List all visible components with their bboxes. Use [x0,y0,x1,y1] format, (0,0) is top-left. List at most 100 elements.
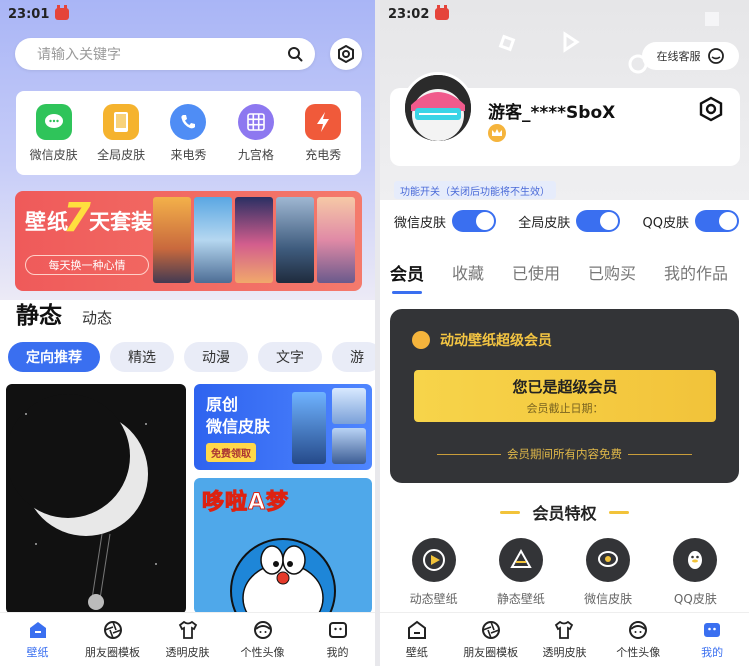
chat-bubble-icon [586,538,631,582]
perks-heading: 会员特权 [380,500,749,524]
avatar-image [405,75,471,141]
shirt-icon [555,620,574,639]
nav-wallpaper[interactable]: 壁纸 [3,620,73,660]
toggle-switch[interactable] [695,210,739,232]
vip-card-title: 动动壁纸超级会员 [412,330,552,350]
thumbnail-image [276,197,314,283]
nav-transparent-skin[interactable]: 透明皮肤 [153,620,223,660]
bottom-nav: 壁纸 朋友圈模板 透明皮肤 个性头像 我的 [380,612,749,666]
segment-static[interactable]: 静态 [16,296,62,330]
tab-used[interactable]: 已使用 [512,260,560,285]
divider [628,453,692,455]
toggle-qq-skin[interactable]: QQ皮肤 [643,210,739,232]
phone-call-icon [170,103,207,140]
gear-icon [338,45,354,63]
moon-wallpaper-card[interactable] [6,384,186,614]
thumbnail-image [194,197,232,283]
chip-games[interactable]: 游 [332,342,375,372]
nav-moments-template[interactable]: 朋友圈模板 [456,620,526,660]
perk-wechat-skin[interactable]: 微信皮肤 [570,538,646,607]
aperture-icon [481,620,500,639]
chip-text[interactable]: 文字 [258,342,322,372]
wallpaper-type-switch: 静态 动态 [16,296,112,330]
doraemon-wallpaper-card[interactable]: 哆啦A梦 [194,478,372,614]
toggle-wechat-skin[interactable]: 微信皮肤 [394,210,497,232]
chip-recommended[interactable]: 定向推荐 [8,342,100,372]
quick-global-skin[interactable]: 全局皮肤 [88,103,154,163]
nav-mine[interactable]: 我的 [303,620,373,660]
notification-icon [435,5,450,20]
free-claim-button[interactable]: 免费领取 [206,443,256,462]
thumbnail-image [153,197,191,283]
tab-purchased[interactable]: 已购买 [588,260,636,285]
quick-charge-show[interactable]: 充电秀 [290,103,356,163]
status-time: 23:02 [388,6,430,22]
avatar[interactable] [402,72,474,144]
thumbnail-image [317,197,355,283]
settings-button[interactable] [330,38,362,70]
perks-list: 动态壁纸 静态壁纸 微信皮肤 QQ皮肤 [390,538,739,607]
wallpaper-promo-banner[interactable]: 壁纸 7 天套装 每天换一种心情 [15,191,362,291]
search-icon[interactable] [287,46,303,62]
play-icon [411,538,456,582]
tab-my-works[interactable]: 我的作品 [664,260,728,285]
vip-status-panel[interactable]: 您已是超级会员 会员截止日期： [414,370,716,422]
profile-icon [704,622,721,637]
wechat-icon [35,103,72,140]
wechat-skin-promo-card[interactable]: 原创 微信皮肤 免费领取 [194,384,372,470]
toggle-global-skin[interactable]: 全局皮肤 [518,210,621,232]
search-bar[interactable]: 请输入关键字 [15,38,315,70]
perk-static-wallpaper[interactable]: 静态壁纸 [483,538,559,607]
phone-skin-icon [103,103,140,140]
grid-icon [237,103,274,140]
tab-vip[interactable]: 会员 [390,260,424,294]
toggle-switch[interactable] [576,210,621,232]
nav-mine[interactable]: 我的 [677,620,747,660]
search-input[interactable]: 请输入关键字 [37,44,287,64]
profile-screen: 23:02 在线客服 游客_****SboX 功能开关（关闭后功能将不生效） 微… [380,0,749,666]
function-switch-tag: 功能开关（关闭后功能将不生效） [394,181,556,199]
face-icon [253,620,272,639]
perk-qq-skin[interactable]: QQ皮肤 [657,538,733,607]
headset-icon [707,48,724,64]
crown-icon [488,124,506,142]
online-service-button[interactable]: 在线客服 [642,42,739,70]
status-time: 23:01 [8,6,50,22]
nav-moments-template[interactable]: 朋友圈模板 [78,620,148,660]
toggle-switch[interactable] [452,210,497,232]
banner-subtitle: 每天换一种心情 [25,255,149,275]
function-toggles: 微信皮肤 全局皮肤 QQ皮肤 [394,210,739,232]
chip-featured[interactable]: 精选 [110,342,174,372]
quick-nine-grid[interactable]: 九宫格 [223,103,289,163]
house-icon [29,621,46,638]
username: 游客_****SboX [488,103,616,123]
perk-dynamic-wallpaper[interactable]: 动态壁纸 [396,538,472,607]
quick-call-show[interactable]: 来电秀 [155,103,221,163]
status-bar: 23:01 [0,0,375,28]
nav-avatar[interactable]: 个性头像 [603,620,673,660]
face-icon [629,620,648,639]
tab-favorites[interactable]: 收藏 [452,260,484,285]
divider [437,453,501,455]
home-screen: 23:01 请输入关键字 微信皮肤 全局皮肤 来电秀 九宫格 充电秀 壁纸 7 … [0,0,375,666]
settings-gear-icon[interactable] [698,96,724,122]
phone-preview-image [332,388,366,424]
nav-wallpaper[interactable]: 壁纸 [382,620,452,660]
quick-actions: 微信皮肤 全局皮肤 来电秀 九宫格 充电秀 [16,91,361,175]
chip-anime[interactable]: 动漫 [184,342,248,372]
profile-tabs: 会员 收藏 已使用 已购买 我的作品 [390,260,749,294]
thumbnail-image [235,197,273,283]
bottom-nav: 壁纸 朋友圈模板 透明皮肤 个性头像 我的 [0,612,375,666]
shirt-icon [178,620,197,639]
nav-transparent-skin[interactable]: 透明皮肤 [529,620,599,660]
phone-preview-image [332,428,366,464]
doraemon-image [230,538,336,614]
triangle-icon [498,538,543,582]
aperture-icon [103,620,122,639]
quick-wechat-skin[interactable]: 微信皮肤 [21,103,87,163]
notification-icon [55,5,70,20]
nav-avatar[interactable]: 个性头像 [228,620,298,660]
category-chips: 定向推荐 精选 动漫 文字 游 [8,342,375,372]
segment-dynamic[interactable]: 动态 [82,307,112,328]
wallpaper-thumbnails [153,197,355,283]
